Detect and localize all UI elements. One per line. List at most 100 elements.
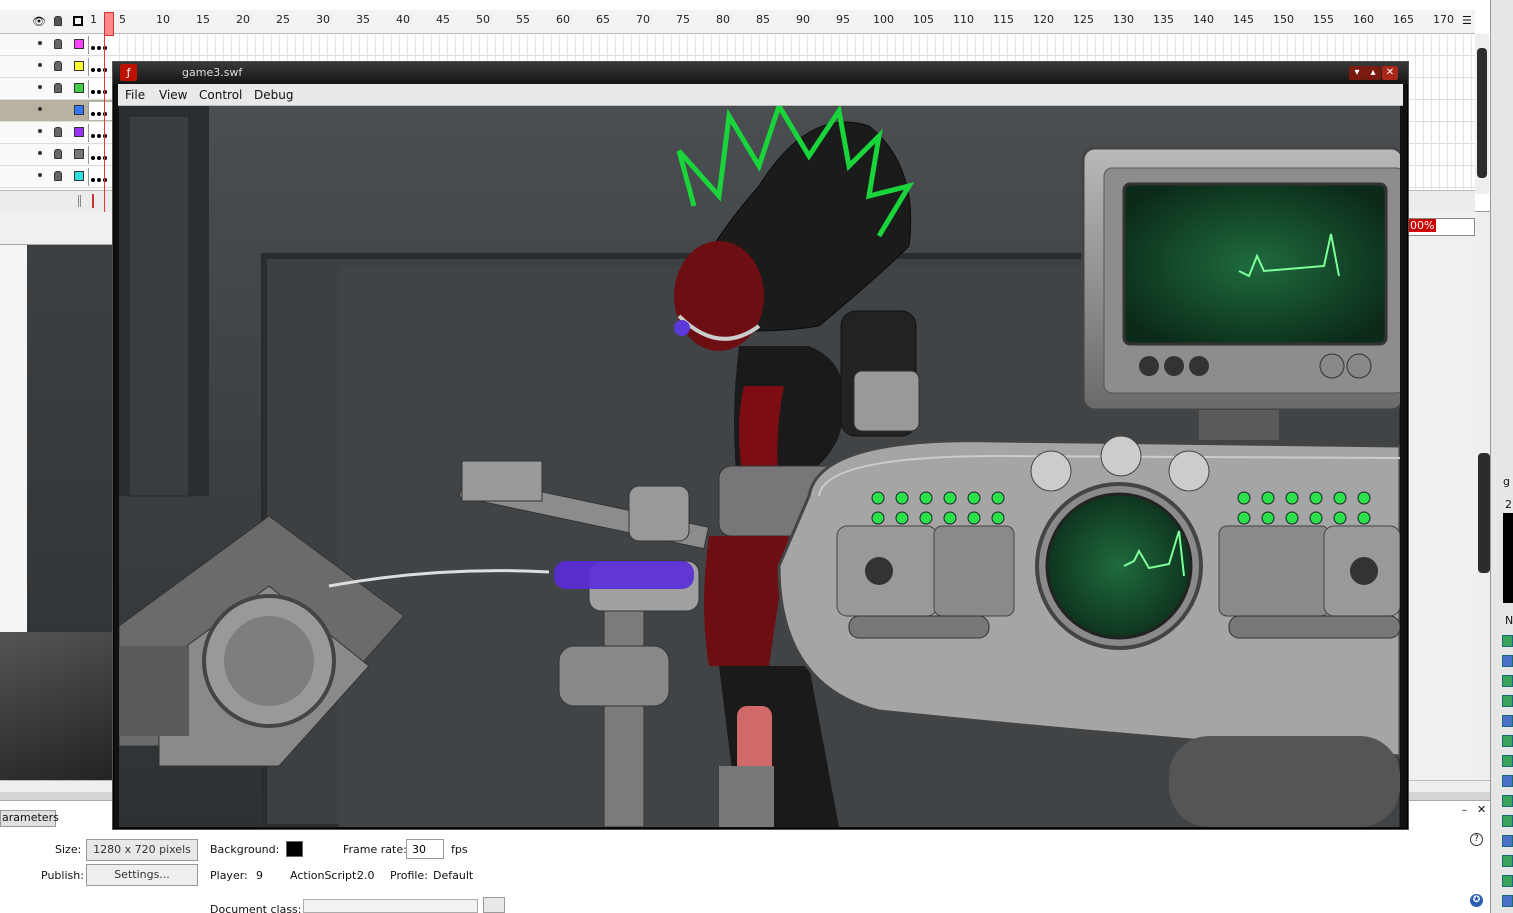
- layer-row[interactable]: [0, 56, 112, 78]
- library-item-icon[interactable]: [1502, 715, 1513, 727]
- background-color-swatch[interactable]: [286, 841, 303, 857]
- library-item-icon[interactable]: [1502, 755, 1513, 767]
- layer-row[interactable]: [0, 34, 112, 56]
- visibility-dot-icon[interactable]: [38, 107, 42, 111]
- layer-row[interactable]: [0, 100, 112, 122]
- menu-debug[interactable]: Debug: [254, 88, 293, 102]
- accessibility-icon[interactable]: ✪: [1470, 894, 1483, 907]
- size-button[interactable]: 1280 x 720 pixels: [86, 839, 198, 861]
- visibility-dot-icon[interactable]: [38, 129, 42, 133]
- flash-player-icon: ƒ: [120, 64, 137, 81]
- tab-parameters[interactable]: arameters: [0, 810, 59, 827]
- settings-button[interactable]: Settings...: [86, 864, 198, 886]
- maximize-icon[interactable]: ▴: [1365, 66, 1381, 80]
- document-class-input[interactable]: [303, 899, 478, 913]
- visibility-dot-icon[interactable]: [38, 151, 42, 155]
- minimize-icon[interactable]: ▾: [1349, 66, 1365, 80]
- profile-label: Profile:: [390, 869, 428, 882]
- menu-control[interactable]: Control: [199, 88, 242, 102]
- frame-rate-input[interactable]: [406, 839, 444, 859]
- panel-close-icon[interactable]: ✕: [1477, 803, 1486, 816]
- eye-icon[interactable]: 👁: [32, 15, 46, 28]
- edit-bar: [0, 212, 112, 245]
- layer-row[interactable]: [0, 78, 112, 100]
- help-icon[interactable]: ?: [1470, 833, 1483, 846]
- zoom-field[interactable]: 00%: [1407, 218, 1475, 236]
- lock-icon[interactable]: [54, 83, 62, 93]
- visibility-dot-icon[interactable]: [38, 85, 42, 89]
- ruler-tick: 50: [476, 13, 490, 26]
- ruler-tick: 135: [1153, 13, 1174, 26]
- swf-content[interactable]: [119, 106, 1400, 827]
- ruler-tick: 45: [436, 13, 450, 26]
- lock-icon[interactable]: [54, 105, 62, 115]
- ruler-tick: 100: [873, 13, 894, 26]
- menu-view[interactable]: View: [159, 88, 187, 102]
- ruler-tick: 95: [836, 13, 850, 26]
- ruler-tick: 125: [1073, 13, 1094, 26]
- timeline-ruler[interactable]: 👁 1 5 10 15 20 25 30 35 40 45 50 55 60 65 70 75 80 85 90 95…: [0, 10, 1475, 34]
- ruler-tick: 25: [276, 13, 290, 26]
- lock-icon[interactable]: [54, 127, 62, 137]
- library-item-icon[interactable]: [1502, 855, 1513, 867]
- layer-row[interactable]: [0, 166, 112, 188]
- layer-color-swatch[interactable]: [74, 61, 84, 71]
- lock-icon[interactable]: [54, 61, 62, 71]
- ruler-tick: 155: [1313, 13, 1334, 26]
- outline-icon[interactable]: [73, 16, 83, 26]
- library-item-icon[interactable]: [1502, 695, 1513, 707]
- timeline-menu-icon[interactable]: ☰: [1462, 14, 1472, 27]
- ruler-tick: 90: [796, 13, 810, 26]
- fps-unit: fps: [451, 843, 468, 856]
- library-item-icon[interactable]: [1502, 675, 1513, 687]
- stage-artwork-pipe: [0, 632, 117, 782]
- lock-icon[interactable]: [54, 16, 62, 26]
- ruler-tick: 20: [236, 13, 250, 26]
- panel-minimize-icon[interactable]: –: [1462, 805, 1467, 816]
- layer-list: [0, 34, 112, 190]
- playhead-marker-icon: [92, 194, 98, 208]
- layer-color-swatch[interactable]: [74, 83, 84, 93]
- ruler-tick: 65: [596, 13, 610, 26]
- library-item-icon[interactable]: [1502, 875, 1513, 887]
- timeline-scrollbar[interactable]: [1475, 34, 1489, 194]
- lock-icon[interactable]: [54, 171, 62, 181]
- layer-row[interactable]: [0, 144, 112, 166]
- ruler-tick: 5: [119, 13, 126, 26]
- close-icon[interactable]: ✕: [1382, 66, 1398, 80]
- ruler-tick: 75: [676, 13, 690, 26]
- library-item-icon[interactable]: [1502, 635, 1513, 647]
- playhead[interactable]: [104, 12, 114, 212]
- ruler-tick: 165: [1393, 13, 1414, 26]
- menu-file[interactable]: File: [125, 88, 145, 102]
- ruler-tick: 85: [756, 13, 770, 26]
- visibility-dot-icon[interactable]: [38, 63, 42, 67]
- ruler-tick: 140: [1193, 13, 1214, 26]
- splitter-icon[interactable]: [78, 195, 81, 207]
- lock-icon[interactable]: [54, 149, 62, 159]
- right-fragment-n: N: [1505, 614, 1513, 627]
- pencil-icon[interactable]: [483, 897, 505, 913]
- library-item-icon[interactable]: [1502, 795, 1513, 807]
- library-item-icon[interactable]: [1502, 895, 1513, 907]
- library-item-icon[interactable]: [1502, 815, 1513, 827]
- library-item-icon[interactable]: [1502, 835, 1513, 847]
- visibility-dot-icon[interactable]: [38, 173, 42, 177]
- background-label: Background:: [210, 843, 280, 856]
- player-label: Player:: [210, 869, 248, 882]
- swf-title-bar[interactable]: [113, 62, 1408, 84]
- layer-color-swatch[interactable]: [74, 171, 84, 181]
- layer-color-swatch[interactable]: [74, 149, 84, 159]
- library-scroll-thumb[interactable]: [1478, 453, 1490, 573]
- library-item-icon[interactable]: [1502, 735, 1513, 747]
- layer-color-swatch[interactable]: [74, 105, 84, 115]
- library-item-icon[interactable]: [1502, 655, 1513, 667]
- visibility-dot-icon[interactable]: [38, 41, 42, 45]
- layer-row[interactable]: [0, 122, 112, 144]
- layer-color-swatch[interactable]: [74, 39, 84, 49]
- ruler-tick: 10: [156, 13, 170, 26]
- layer-color-swatch[interactable]: [74, 127, 84, 137]
- lock-icon[interactable]: [54, 39, 62, 49]
- right-fragment-g: g: [1503, 475, 1510, 488]
- library-item-icon[interactable]: [1502, 775, 1513, 787]
